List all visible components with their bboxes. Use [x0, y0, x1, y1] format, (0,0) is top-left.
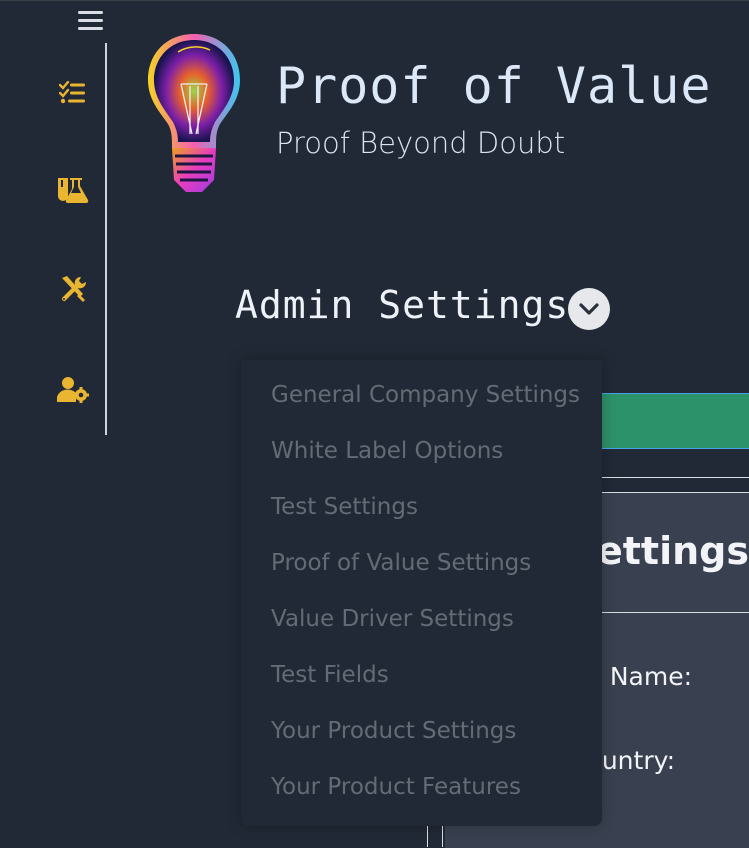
lab-flask-icon — [58, 178, 89, 204]
sidebar-item-checklist[interactable] — [55, 77, 91, 109]
lightbulb-logo — [144, 30, 244, 198]
menu-item-value-driver-settings[interactable]: Value Driver Settings — [271, 606, 514, 632]
sidebar-item-tools[interactable] — [55, 273, 91, 305]
sidebar-divider — [105, 43, 107, 435]
app-tagline: Proof Beyond Doubt — [276, 126, 566, 160]
chevron-down-icon — [579, 303, 599, 315]
sidebar-item-tests[interactable] — [55, 174, 91, 206]
divider — [602, 612, 749, 613]
menu-item-your-product-features[interactable]: Your Product Features — [271, 774, 521, 800]
app-title: Proof of Value — [276, 57, 712, 115]
menu-item-white-label-options[interactable]: White Label Options — [271, 438, 503, 464]
admin-settings-dropdown: General Company Settings White Label Opt… — [241, 360, 602, 826]
checklist-icon — [59, 81, 85, 104]
hamburger-menu-icon[interactable] — [78, 11, 104, 35]
section-title[interactable]: Admin Settings — [235, 283, 569, 327]
divider — [427, 826, 428, 847]
menu-item-test-settings[interactable]: Test Settings — [271, 494, 418, 520]
divider — [602, 477, 749, 478]
tools-icon — [61, 276, 87, 302]
divider — [442, 826, 443, 847]
menu-item-proof-of-value-settings[interactable]: Proof of Value Settings — [271, 550, 531, 576]
window-top-border — [0, 0, 749, 1]
section-toggle-button[interactable] — [568, 288, 610, 330]
success-banner — [602, 393, 749, 449]
sidebar-item-user-settings[interactable] — [55, 374, 91, 406]
menu-item-your-product-settings[interactable]: Your Product Settings — [271, 718, 516, 744]
menu-item-general-company-settings[interactable]: General Company Settings — [271, 382, 580, 408]
user-settings-icon — [57, 377, 89, 403]
menu-item-test-fields[interactable]: Test Fields — [271, 662, 389, 688]
